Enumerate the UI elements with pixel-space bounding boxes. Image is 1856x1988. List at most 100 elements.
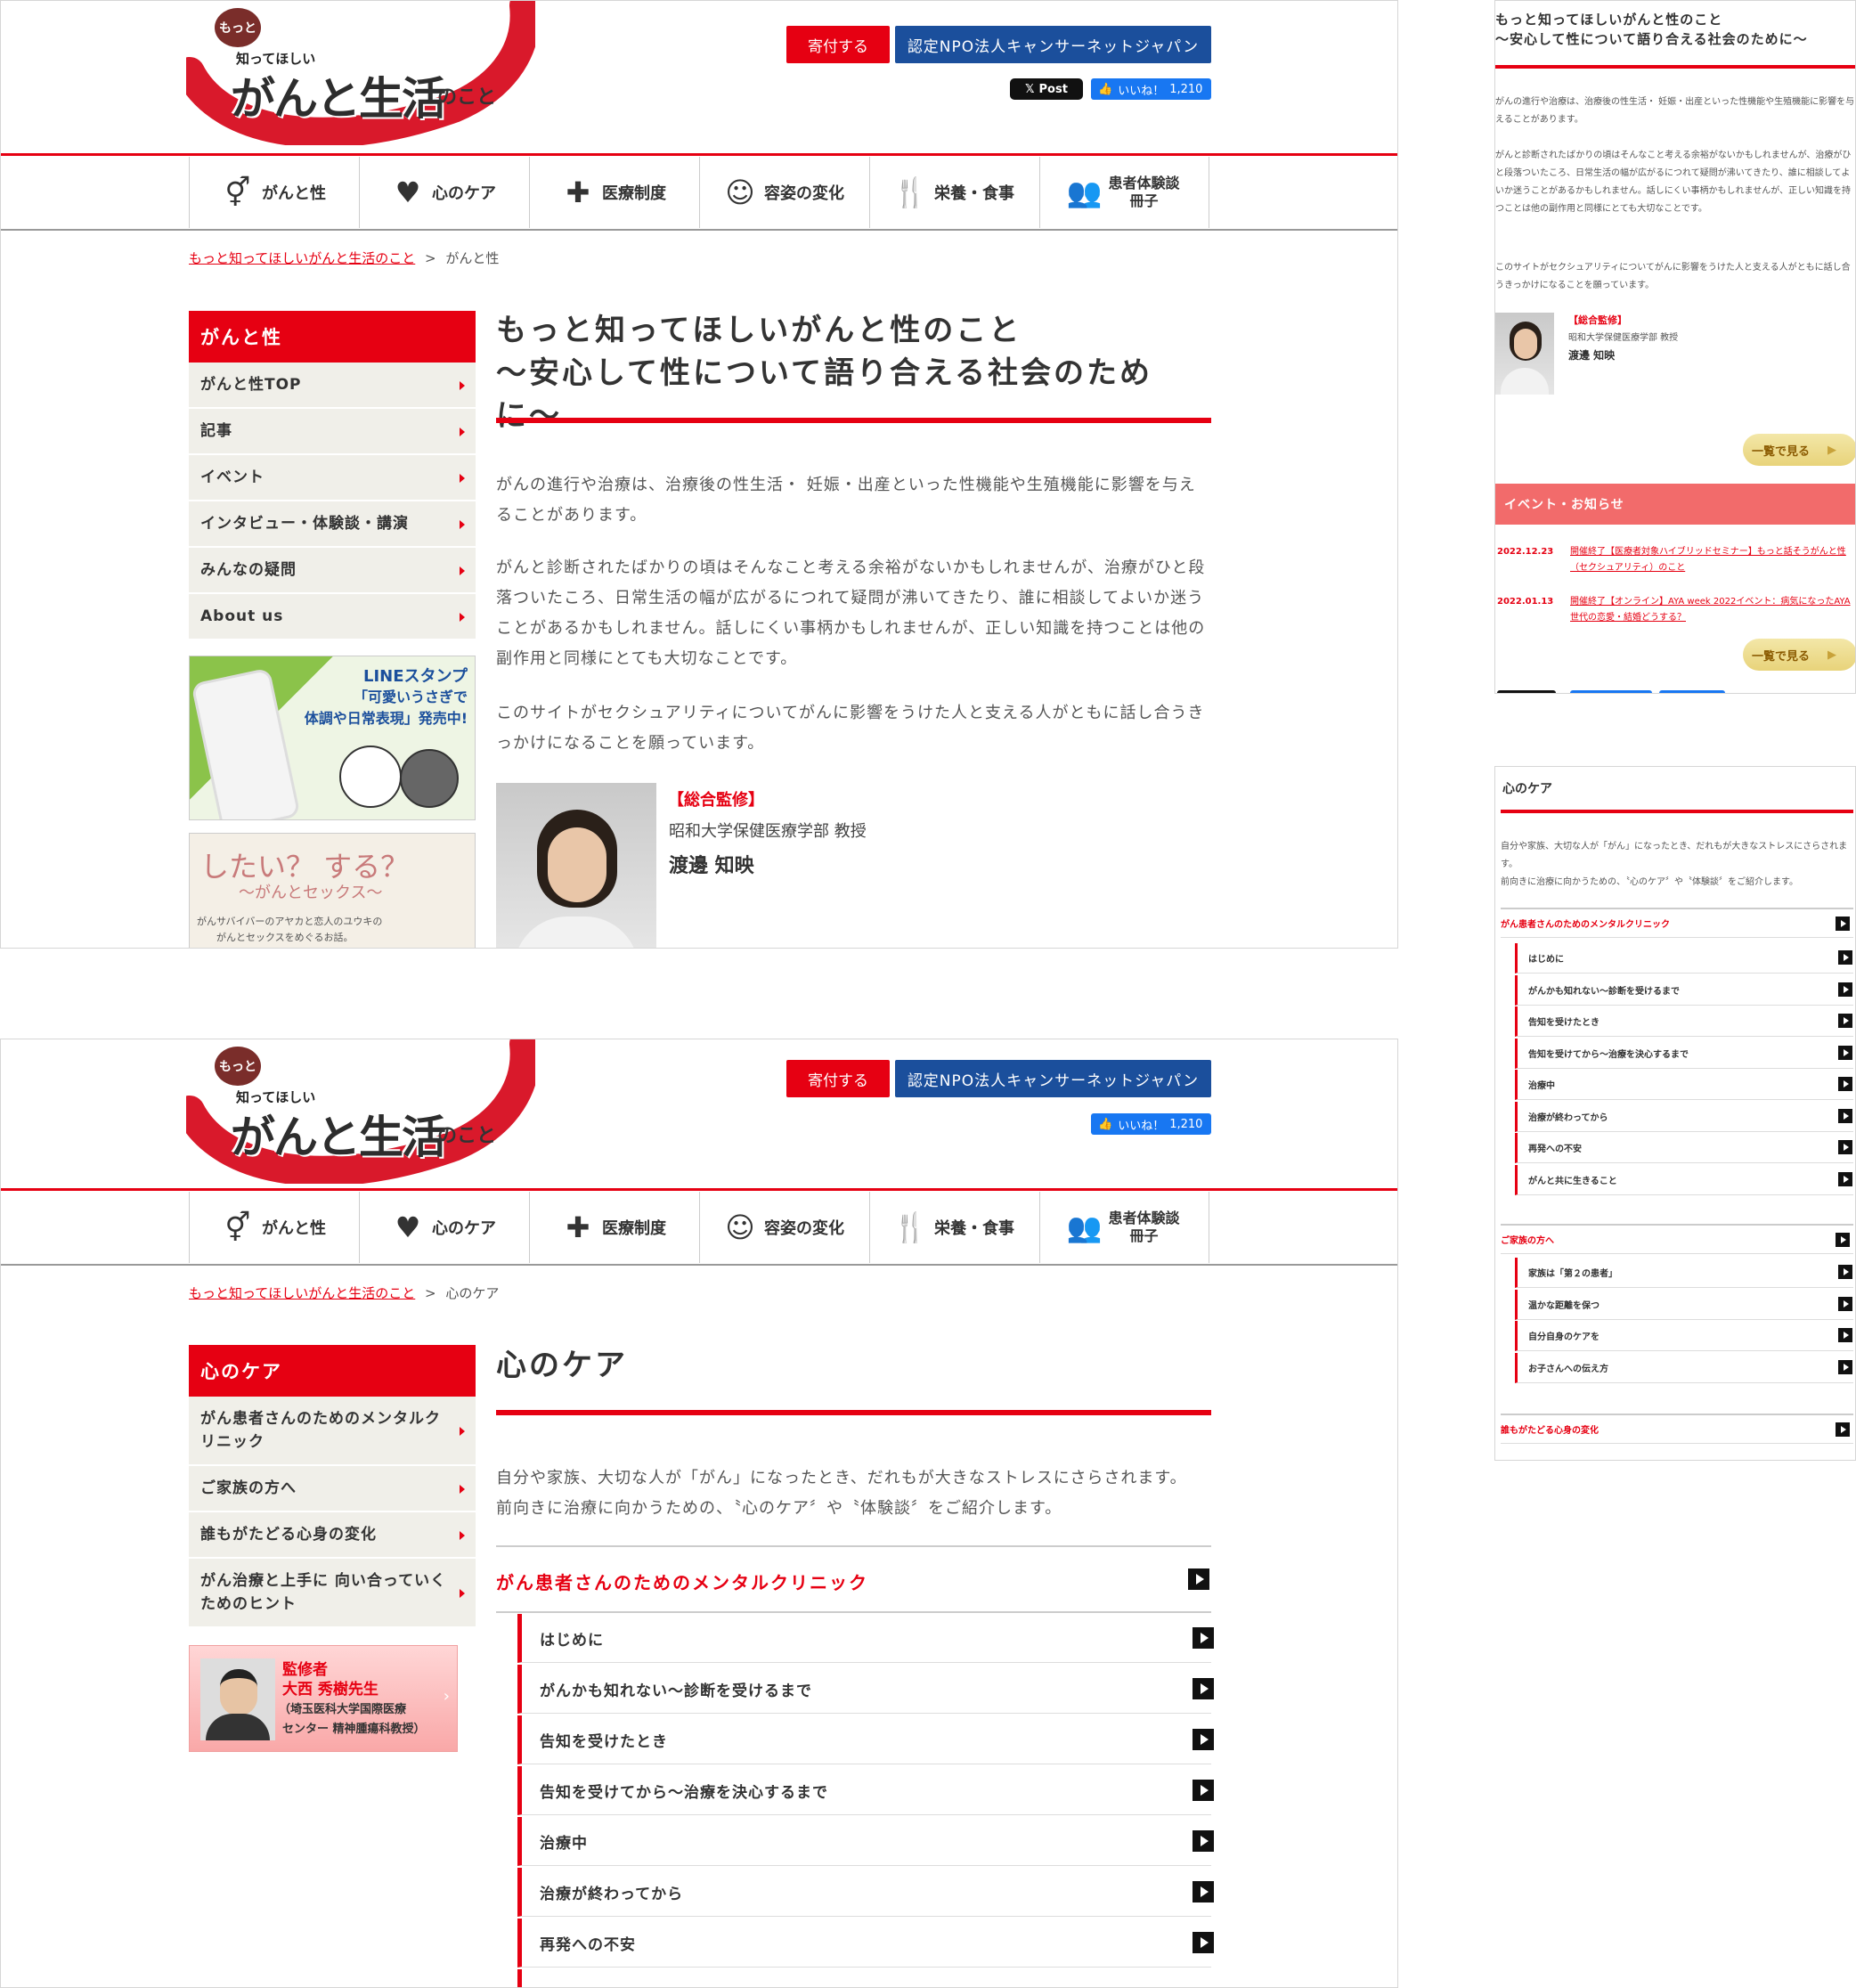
donate-button[interactable]: 寄付する: [786, 1060, 890, 1097]
mobile-sub-item[interactable]: 告知を受けたとき: [1515, 1006, 1853, 1037]
face-icon: ☺: [725, 1210, 755, 1244]
mobile-sub-item[interactable]: お子さんへの伝え方: [1515, 1352, 1853, 1383]
see-all-button-2[interactable]: 一覧で見る ▶: [1743, 639, 1855, 671]
line-stamp-banner[interactable]: LINEスタンプ 「可愛いうさぎで 体調や日常表現」発売中!: [189, 656, 476, 820]
sidebar-item-label: がん治療と上手に 向い合っていくためのヒント: [200, 1572, 447, 1613]
sub-list-item[interactable]: がんかも知れない〜診断を受けるまで: [517, 1665, 1214, 1714]
play-arrow-icon: [1838, 1014, 1852, 1028]
sidebar-item-family[interactable]: ご家族の方へ: [189, 1466, 476, 1512]
nav-item-gan-to-sei[interactable]: ⚥ がんと性: [189, 157, 359, 228]
nav-label: 医療制度: [602, 184, 666, 203]
list-head-divider: [496, 1611, 1211, 1613]
play-arrow-icon: [1838, 982, 1852, 997]
sidebar-item-interview[interactable]: インタビュー・体験談・講演: [189, 501, 476, 548]
mobile-sub-item[interactable]: 再発への不安: [1515, 1133, 1853, 1163]
header-red-line: [1, 1188, 1397, 1191]
sub-list-item[interactable]: 告知を受けてから〜治療を決心するまで: [517, 1766, 1214, 1815]
intro-paragraph-1: 自分や家族、大切な人が「がん」になったとき、だれもが大きなストレスにさらされます…: [496, 1469, 1187, 1487]
nav-item-eiyo[interactable]: 🍴 栄養・食事: [869, 1192, 1039, 1263]
arrow-right-icon: [460, 381, 465, 390]
sub-list-item[interactable]: はじめに: [517, 1614, 1214, 1663]
sidebar-item-articles[interactable]: 記事: [189, 409, 476, 455]
nav-label: がんと性: [262, 1219, 326, 1238]
mobile-section-heading[interactable]: がん患者さんのためのメンタルクリニック: [1501, 908, 1853, 938]
supervisor-label: 【総合監修】: [668, 791, 764, 810]
play-arrow-icon: [1836, 917, 1850, 931]
sidebar-item-label: イベント: [200, 468, 265, 486]
nav-item-kokoro-care[interactable]: ♥ 心のケア: [359, 1192, 529, 1263]
nav-item-iryo-seido[interactable]: ✚ 医療制度: [529, 157, 699, 228]
mobile-sub-item[interactable]: 治療が終わってから: [1515, 1101, 1853, 1132]
supervisor-banner-name: 大西 秀樹先生: [282, 1681, 379, 1699]
mobile-sub-item[interactable]: はじめに: [1515, 943, 1853, 974]
title-rule: [496, 1410, 1211, 1415]
logo-tail: のこと: [437, 86, 497, 109]
breadcrumb-separator: >: [425, 250, 436, 266]
section-heading-mental-clinic[interactable]: がん患者さんのためのメンタルクリニック: [496, 1568, 868, 1594]
sidebar-item-top[interactable]: がんと性TOP: [189, 363, 476, 409]
see-all-label: 一覧で見る: [1752, 444, 1811, 459]
see-all-button-1[interactable]: 一覧で見る ▶: [1743, 434, 1855, 466]
mobile-paragraph-3: このサイトがセクシュアリティについてがんに影響をうけた人と支える人がともに話し合…: [1495, 263, 1851, 290]
sidebar-item-hints[interactable]: がん治療と上手に 向い合っていくためのヒント: [189, 1559, 476, 1628]
sub-list-item-label: 再発への不安: [540, 1935, 636, 1954]
mobile-sub-item[interactable]: 家族は「第２の患者」: [1515, 1258, 1853, 1288]
play-arrow-icon: [1193, 1780, 1214, 1801]
nav-item-taikendan[interactable]: 👥 患者体験談 冊子: [1039, 157, 1209, 228]
sub-list-item[interactable]: 告知を受けたとき: [517, 1715, 1214, 1764]
mobile-section-heading[interactable]: 誰もがたどる心身の変化: [1501, 1414, 1853, 1444]
mobile-section-heading[interactable]: ご家族の方へ: [1501, 1224, 1853, 1254]
mobile-sub-item[interactable]: 治療中: [1515, 1070, 1853, 1100]
donate-button[interactable]: 寄付する: [786, 26, 890, 63]
site-logo[interactable]: もっと 知ってほしい がんと生活 のこと: [186, 1, 535, 145]
sub-list-item[interactable]: 治療が終わってから: [517, 1868, 1214, 1917]
mobile-sub-item-label: がんと共に生きること: [1528, 1176, 1617, 1186]
play-arrow-icon: [1838, 1077, 1852, 1091]
sub-list-item[interactable]: 再発への不安: [517, 1919, 1214, 1968]
mobile-sub-item[interactable]: がんかも知れない〜診断を受けるまで: [1515, 974, 1853, 1006]
sidebar-heading: 心のケア: [189, 1345, 476, 1397]
npo-link-button[interactable]: 認定NPO法人キャンサーネットジャパン: [895, 26, 1211, 63]
page-title: 心のケア: [496, 1348, 628, 1383]
desktop-page-gan-to-sei: もっと 知ってほしい がんと生活 のこと 寄付する 認定NPO法人キャンサーネッ…: [0, 0, 1398, 949]
nav-label: 容姿の変化: [764, 184, 844, 203]
medical-bag-icon: ✚: [566, 175, 590, 209]
facebook-like-button[interactable]: 👍 いいね！ 1,210: [1091, 1113, 1211, 1135]
mobile-sub-item[interactable]: 温かな距離を保つ: [1515, 1289, 1853, 1320]
sidebar-item-faq[interactable]: みんなの疑問: [189, 548, 476, 594]
mobile-sub-item[interactable]: 告知を受けてから〜治療を決心するまで: [1515, 1038, 1853, 1069]
facebook-like-button[interactable]: 👍 いいね！ 1,210: [1091, 78, 1211, 100]
intro-paragraph-2: がんと診断されたばかりの頃はそんなこと考える余裕がないかもしれませんが、治療がひ…: [496, 558, 1206, 668]
mobile-sub-item[interactable]: がんと共に生きること: [1515, 1164, 1853, 1195]
mobile-title: もっと知ってほしいがんと性のこと 〜安心して性について語り合える社会のために〜: [1495, 10, 1808, 49]
x-post-button[interactable]: 𝕏 Post: [1010, 78, 1083, 100]
mobile-sub-item[interactable]: 自分自身のケアを: [1515, 1321, 1853, 1351]
breadcrumb-home-link[interactable]: もっと知ってほしいがんと生活のこと: [189, 250, 415, 266]
sidebar-item-events[interactable]: イベント: [189, 455, 476, 501]
nav-item-iryo-seido[interactable]: ✚ 医療制度: [529, 1192, 699, 1263]
sub-list-item[interactable]: 治療中: [517, 1817, 1214, 1866]
npo-link-button[interactable]: 認定NPO法人キャンサーネットジャパン: [895, 1060, 1211, 1097]
fb-like-label: いいね！: [1118, 84, 1165, 98]
play-arrow-icon: [1838, 1359, 1852, 1374]
mobile-sub-item-label: お子さんへの伝え方: [1528, 1364, 1608, 1374]
nav-item-yoshi[interactable]: ☺ 容姿の変化: [699, 1192, 869, 1263]
nav-item-yoshi[interactable]: ☺ 容姿の変化: [699, 157, 869, 228]
supervisor-banner[interactable]: 監修者 大西 秀樹先生 （埼玉医科大学国際医療 センター 精神腫瘍科教授） ›: [189, 1645, 458, 1752]
nav-item-kokoro-care[interactable]: ♥ 心のケア: [359, 157, 529, 228]
phone-image: [191, 667, 301, 819]
sidebar-item-about[interactable]: About us: [189, 594, 476, 640]
sidebar-item-mental-clinic[interactable]: がん患者さんのためのメンタルクリニック: [189, 1397, 476, 1466]
supervisor-banner-photo: [200, 1658, 275, 1740]
nav-item-taikendan[interactable]: 👥 患者体験談 冊子: [1039, 1192, 1209, 1263]
breadcrumb-home-link[interactable]: もっと知ってほしいがんと生活のこと: [189, 1285, 415, 1301]
chevron-right-icon: ▶: [1828, 443, 1837, 457]
logo-main: がんと生活: [231, 73, 446, 125]
comic-banner[interactable]: したい？ する？ 〜がんとセックス〜 がんサバイバーのアヤカと恋人のユウキの が…: [189, 833, 476, 948]
nav-item-gan-to-sei[interactable]: ⚥ がんと性: [189, 1192, 359, 1263]
site-logo[interactable]: もっと 知ってほしい がんと生活 のこと: [186, 1039, 535, 1184]
play-arrow-icon[interactable]: [1188, 1568, 1209, 1590]
sidebar-item-changes[interactable]: 誰もがたどる心身の変化: [189, 1512, 476, 1559]
play-arrow-icon: [1193, 1830, 1214, 1852]
nav-item-eiyo[interactable]: 🍴 栄養・食事: [869, 157, 1039, 228]
